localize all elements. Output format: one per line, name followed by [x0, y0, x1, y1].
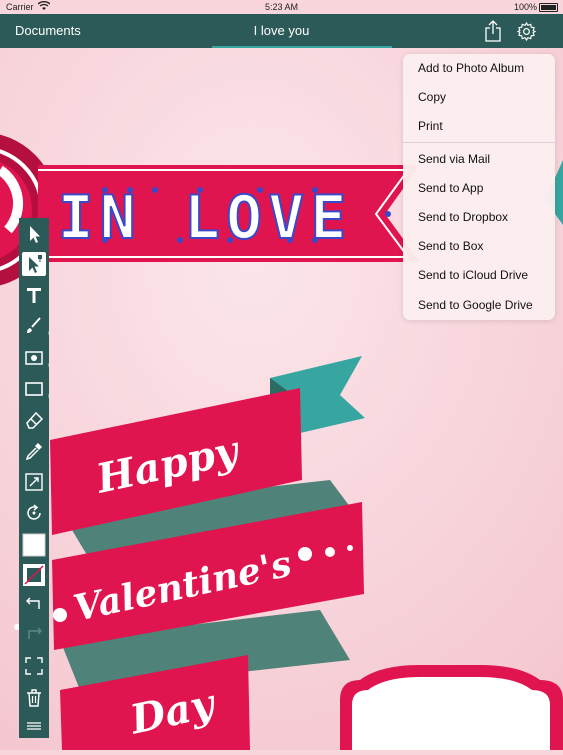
fill-color-swatch[interactable] [22, 533, 46, 557]
bottom-frame-inner [352, 677, 550, 750]
menu-item-send-to-google-drive[interactable]: Send to Google Drive [418, 298, 533, 312]
navigation-bar: Documents I love you [0, 14, 563, 48]
menu-item-send-via-mail[interactable]: Send via Mail [418, 152, 490, 166]
arrow-select-icon[interactable] [22, 222, 46, 246]
rotate-icon[interactable] [22, 501, 46, 525]
status-bar: Carrier 5:23 AM 100% [0, 0, 563, 14]
battery-percentage: 100% [513, 2, 537, 12]
text-tool-icon[interactable] [22, 283, 46, 307]
share-icon[interactable] [484, 20, 502, 42]
menu-item-print[interactable]: Print [418, 119, 443, 133]
eraser-icon[interactable] [22, 408, 46, 432]
trash-icon[interactable] [22, 686, 46, 710]
node-select-icon[interactable] [22, 252, 46, 276]
undo-icon[interactable] [22, 591, 46, 615]
document-title[interactable]: I love you [0, 23, 563, 38]
status-time: 5:23 AM [264, 2, 299, 12]
gear-icon[interactable] [517, 22, 536, 41]
tool-palette: › › › [19, 218, 50, 738]
menu-item-send-to-dropbox[interactable]: Send to Dropbox [418, 210, 508, 224]
menu-item-copy[interactable]: Copy [418, 90, 446, 104]
redo-icon[interactable] [22, 621, 46, 645]
eyedropper-icon[interactable] [22, 439, 46, 463]
menu-item-add-to-photo-album[interactable]: Add to Photo Album [418, 61, 524, 75]
brush-icon[interactable]: › [22, 314, 50, 338]
menu-item-send-to-icloud-drive[interactable]: Send to iCloud Drive [418, 268, 528, 282]
share-menu: Add to Photo Album Copy Print Send via M… [403, 54, 555, 320]
menu-divider [403, 142, 555, 143]
layers-icon[interactable] [22, 714, 46, 738]
menu-item-send-to-box[interactable]: Send to Box [418, 239, 483, 253]
stroke-color-swatch[interactable] [22, 563, 46, 587]
in-love-text: IN LOVE [58, 183, 353, 253]
rectangle-tool-icon[interactable]: › [22, 377, 50, 401]
title-underline [212, 46, 392, 48]
fit-screen-icon[interactable] [22, 654, 46, 678]
menu-item-send-to-app[interactable]: Send to App [418, 181, 483, 195]
battery-icon [539, 3, 558, 12]
image-tool-icon[interactable]: › [22, 346, 50, 370]
transform-icon[interactable] [22, 470, 46, 494]
